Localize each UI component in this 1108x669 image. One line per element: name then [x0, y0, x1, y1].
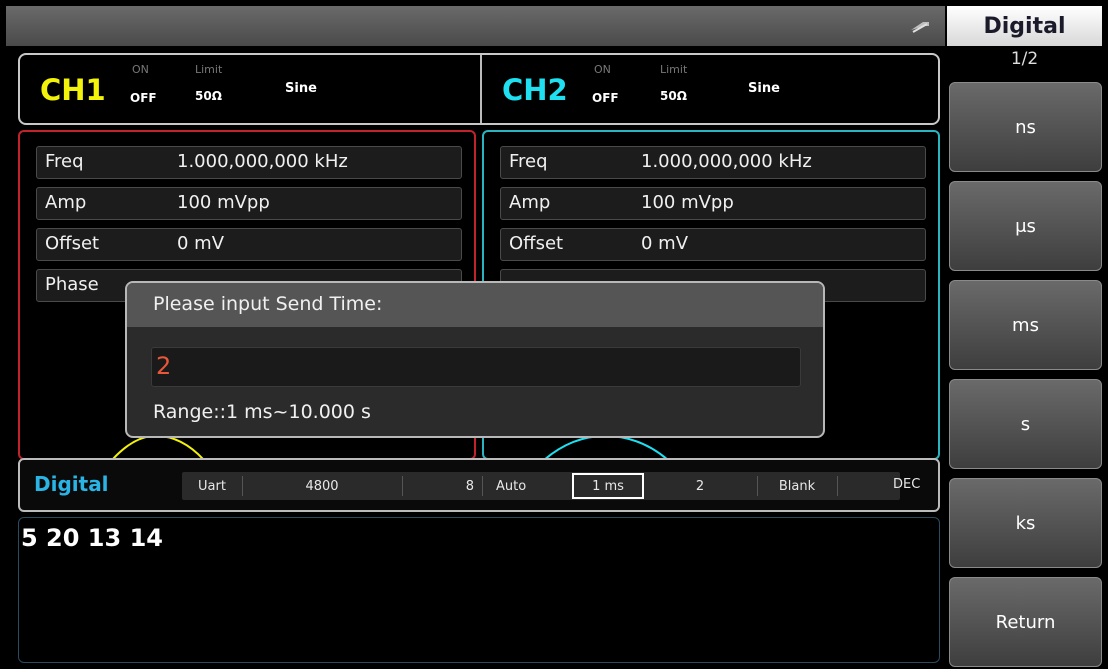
ch1-amp-row[interactable]: Amp 100 mVpp	[36, 187, 462, 220]
ch1-freq-row[interactable]: Freq 1.000,000,000 kHz	[36, 146, 462, 179]
send-time-dialog: Please input Send Time: 2 Range::1 ms~10…	[125, 281, 825, 438]
digital-bar: Digital Uart 4800 8 Auto 1 ms 2 Blank DE…	[18, 458, 940, 512]
ch2-on-label: ON	[594, 63, 611, 76]
strip-divider	[837, 476, 838, 496]
dialog-title: Please input Send Time:	[127, 283, 823, 327]
ch2-impedance: 50Ω	[660, 89, 687, 103]
ch1-waveform: Sine	[285, 81, 317, 96]
ch1-impedance: 50Ω	[195, 89, 222, 103]
ch2-freq-row[interactable]: Freq 1.000,000,000 kHz	[500, 146, 926, 179]
data-edit-area[interactable]: 5 20 13 14	[18, 517, 940, 663]
ch2-waveform: Sine	[748, 81, 780, 96]
ch2-offset-label: Offset	[509, 233, 564, 254]
send-time-input[interactable]: 2	[151, 347, 801, 387]
softkey-ns[interactable]: ns	[949, 82, 1102, 172]
ch2-amp-label: Amp	[509, 192, 551, 213]
ch1-freq-label: Freq	[45, 151, 84, 172]
ch1-offset-label: Offset	[45, 233, 100, 254]
ch1-output-state: OFF	[130, 91, 157, 105]
softkey-ks[interactable]: ks	[949, 478, 1102, 568]
ch1-amp-value: 100 mVpp	[177, 192, 270, 213]
ch2-name: CH2	[502, 73, 568, 107]
ch1-amp-label: Amp	[45, 192, 87, 213]
protocol-field[interactable]: Uart	[182, 472, 242, 500]
digital-settings-strip: Uart 4800 8 Auto 1 ms 2 Blank	[182, 472, 900, 500]
ch2-output-state: OFF	[592, 91, 619, 105]
ch1-on-label: ON	[132, 63, 149, 76]
ch2-offset-row[interactable]: Offset 0 mV	[500, 228, 926, 261]
ch1-limit-label: Limit	[195, 63, 223, 76]
usb-icon	[911, 22, 929, 33]
data-format-field[interactable]: DEC	[893, 477, 920, 492]
dialog-range-hint: Range::1 ms~10.000 s	[153, 401, 371, 423]
ch1-name: CH1	[40, 73, 106, 107]
ch2-offset-value: 0 mV	[641, 233, 689, 254]
status-bar	[6, 6, 945, 46]
data-bits-field[interactable]: 8	[402, 472, 482, 500]
ch1-offset-row[interactable]: Offset 0 mV	[36, 228, 462, 261]
softkey-return[interactable]: Return	[949, 577, 1102, 667]
ch1-offset-value: 0 mV	[177, 233, 225, 254]
ch1-freq-value: 1.000,000,000 kHz	[177, 151, 348, 172]
channel-header: CH1 ON OFF Limit 50Ω Sine CH2 ON OFF Lim…	[18, 53, 940, 125]
channel-divider	[480, 55, 482, 123]
softkey-us[interactable]: μs	[949, 181, 1102, 271]
softkey-ms[interactable]: ms	[949, 280, 1102, 370]
ch2-freq-value: 1.000,000,000 kHz	[641, 151, 812, 172]
send-count-field[interactable]: 2	[682, 472, 718, 500]
ch2-amp-value: 100 mVpp	[641, 192, 734, 213]
ch2-freq-label: Freq	[509, 151, 548, 172]
ch2-limit-label: Limit	[660, 63, 688, 76]
ch1-waveform-trace	[111, 434, 205, 460]
digital-title: Digital	[34, 472, 109, 496]
menu-page-indicator: 1/2	[1010, 49, 1039, 69]
menu-title: Digital	[947, 6, 1102, 46]
softkey-s[interactable]: s	[949, 379, 1102, 469]
blank-field[interactable]: Blank	[757, 472, 837, 500]
send-time-field[interactable]: 1 ms	[572, 473, 644, 499]
baud-rate-field[interactable]: 4800	[242, 472, 402, 500]
data-text: 5 20 13 14	[21, 524, 163, 552]
ch2-waveform-trace	[543, 434, 669, 460]
ch1-phase-label: Phase	[45, 274, 99, 295]
ch2-amp-row[interactable]: Amp 100 mVpp	[500, 187, 926, 220]
